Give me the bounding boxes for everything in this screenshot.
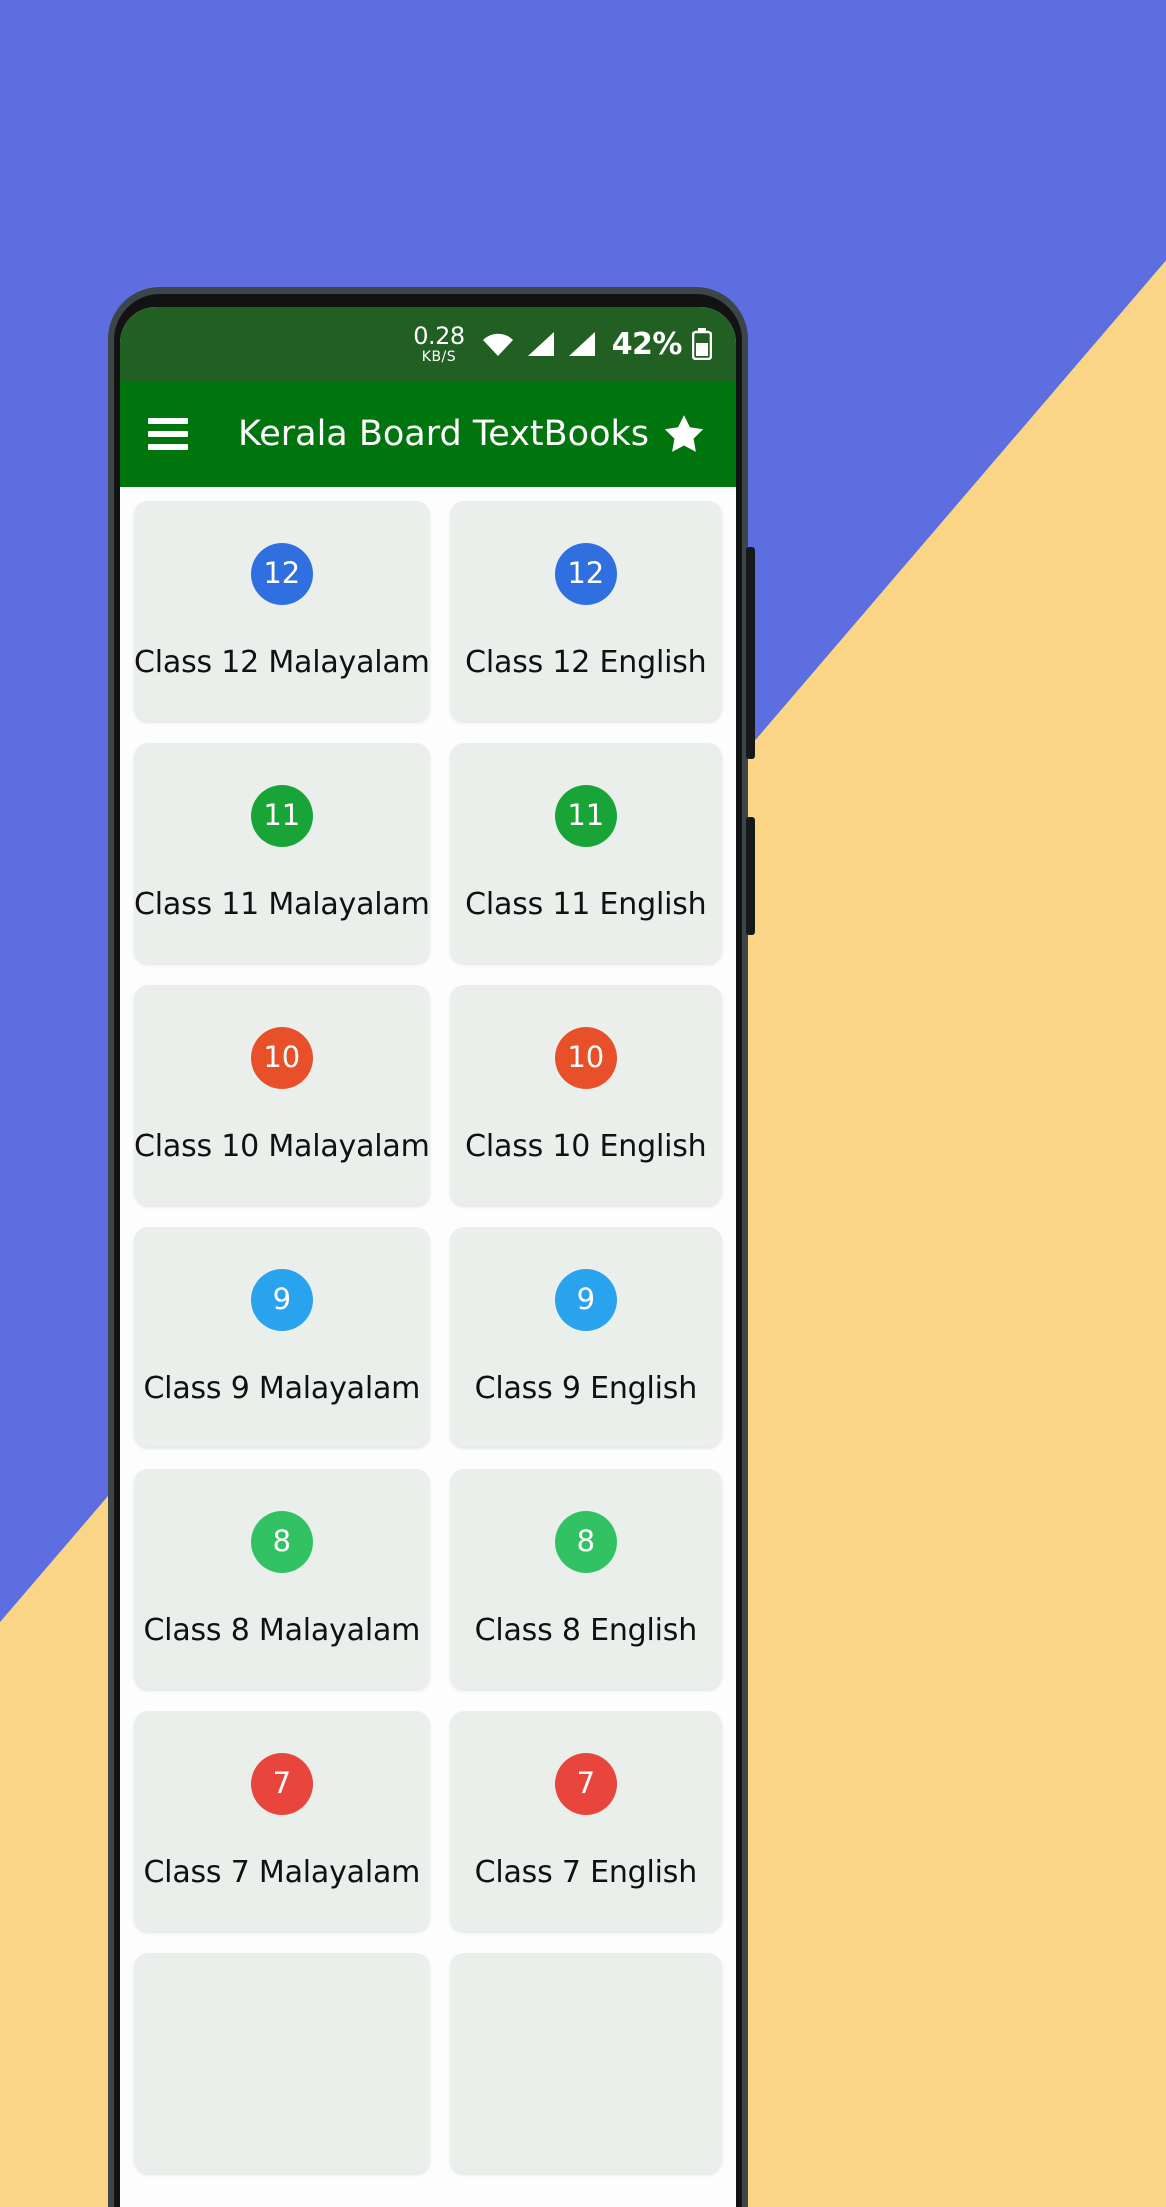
volume-rocker-button[interactable] bbox=[746, 547, 755, 759]
class-card-label: Class 7 English bbox=[474, 1854, 698, 1890]
class-number-badge: 7 bbox=[250, 1752, 313, 1815]
class-number-badge: 12 bbox=[250, 542, 313, 605]
class-number-badge: 11 bbox=[554, 784, 617, 847]
power-button[interactable] bbox=[746, 817, 755, 935]
class-number-badge: 9 bbox=[250, 1268, 313, 1331]
class-card[interactable] bbox=[449, 1953, 722, 2173]
class-card[interactable] bbox=[134, 1953, 430, 2173]
class-number-badge: 10 bbox=[554, 1026, 617, 1089]
class-card[interactable]: 8 Class 8 English bbox=[449, 1469, 722, 1689]
signal-bars-icon bbox=[526, 330, 556, 358]
class-card[interactable]: 10 Class 10 Malayalam bbox=[134, 985, 430, 1205]
class-card-label: Class 8 English bbox=[474, 1612, 698, 1648]
class-number-badge: 8 bbox=[250, 1510, 313, 1573]
star-icon[interactable] bbox=[660, 410, 708, 458]
class-card[interactable]: 9 Class 9 English bbox=[449, 1227, 722, 1447]
class-card-label: Class 8 Malayalam bbox=[143, 1612, 421, 1648]
wifi-icon bbox=[481, 330, 515, 358]
battery-icon bbox=[692, 328, 712, 360]
status-bar: 0.28 KB/S 42% bbox=[120, 307, 736, 381]
page-title: Kerala Board TextBooks bbox=[238, 414, 649, 454]
phone-device-mockup: 0.28 KB/S 42% Kerala Board TextBooks 12 … bbox=[108, 287, 755, 2207]
menu-bar-3 bbox=[148, 444, 188, 450]
class-card[interactable]: 11 Class 11 Malayalam bbox=[134, 743, 430, 963]
class-card[interactable]: 12 Class 12 Malayalam bbox=[134, 501, 430, 721]
menu-bar-2 bbox=[148, 431, 188, 437]
class-card[interactable]: 12 Class 12 English bbox=[449, 501, 722, 721]
class-card-label: Class 12 English bbox=[465, 644, 707, 680]
class-number-badge: 10 bbox=[250, 1026, 313, 1089]
network-speed-value: 0.28 bbox=[413, 322, 465, 350]
class-card[interactable]: 11 Class 11 English bbox=[449, 743, 722, 963]
class-number-badge: 9 bbox=[554, 1268, 617, 1331]
network-speed-unit: KB/S bbox=[421, 349, 457, 365]
class-number-badge: 12 bbox=[554, 542, 617, 605]
class-card-label: Class 9 English bbox=[474, 1370, 698, 1406]
class-number-badge: 11 bbox=[250, 784, 313, 847]
class-number-badge: 7 bbox=[554, 1752, 617, 1815]
class-card-label: Class 12 Malayalam bbox=[134, 644, 430, 680]
class-card-label: Class 10 English bbox=[465, 1128, 707, 1164]
class-card-label: Class 11 Malayalam bbox=[134, 886, 430, 922]
signal-bars-icon-secondary bbox=[567, 330, 597, 358]
menu-bar-1 bbox=[148, 418, 188, 424]
class-card[interactable]: 10 Class 10 English bbox=[449, 985, 722, 1205]
class-card-label: Class 7 Malayalam bbox=[143, 1854, 421, 1890]
phone-screen: 0.28 KB/S 42% Kerala Board TextBooks 12 … bbox=[120, 307, 736, 2207]
class-card[interactable]: 7 Class 7 Malayalam bbox=[134, 1711, 430, 1931]
network-speed-indicator: 0.28 KB/S bbox=[413, 322, 465, 365]
class-number-badge: 8 bbox=[554, 1510, 617, 1573]
class-card-label: Class 11 English bbox=[465, 886, 707, 922]
hamburger-menu-icon[interactable] bbox=[148, 418, 188, 450]
battery-percentage-label: 42% bbox=[611, 326, 683, 362]
class-card[interactable]: 8 Class 8 Malayalam bbox=[134, 1469, 430, 1689]
class-card[interactable]: 7 Class 7 English bbox=[449, 1711, 722, 1931]
class-card-grid: 12 Class 12 Malayalam 12 Class 12 English 11… bbox=[120, 487, 736, 2207]
class-card[interactable]: 9 Class 9 Malayalam bbox=[134, 1227, 430, 1447]
class-card-label: Class 10 Malayalam bbox=[134, 1128, 430, 1164]
class-card-label: Class 9 Malayalam bbox=[143, 1370, 421, 1406]
app-bar: Kerala Board TextBooks bbox=[120, 381, 736, 487]
